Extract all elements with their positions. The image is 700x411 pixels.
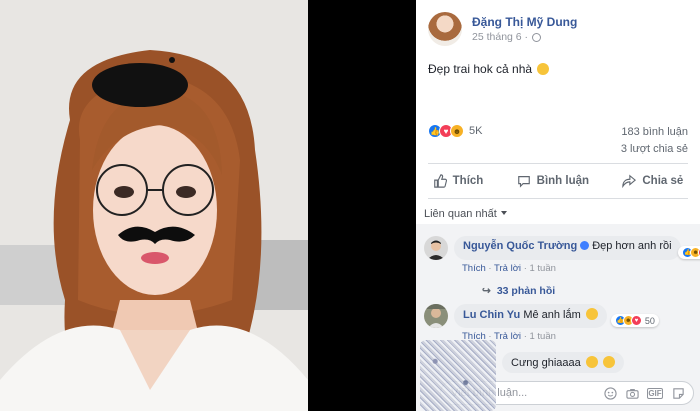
replies-count-text: 33 phản hồi [496,285,556,297]
author-avatar[interactable] [428,12,462,46]
comment-item: Nguyễn Quốc Trường Đẹp hơn anh rồi 👍 ☻ ♥ … [424,236,700,260]
comment-bubble: Cưng ghiaaaa [502,352,624,373]
comment-bubble: Lu Chin Yu Mê anh lắm 👍 ☻ ♥ 50 [454,304,659,328]
sticker-icon[interactable] [671,386,685,400]
grin-emoji-icon [537,63,550,75]
commenter-name[interactable]: Lu Chin Yu [463,309,520,321]
comment-filter-dropdown[interactable]: Liên quan nhất [424,208,507,220]
commenter-avatar[interactable] [424,304,448,328]
reply-arrow-icon: ↪ [482,285,491,297]
comment-item: Cưng ghiaaaa [496,352,624,373]
photo-viewer: Đặng Thị Mỹ Dung 25 tháng 6 · Đẹp trai h… [0,0,700,411]
comment-time[interactable]: 1 tuần [530,331,556,342]
comment-meta: Thích · Trả lời · 1 tuần [462,263,556,274]
gif-icon[interactable]: GIF [647,387,663,399]
globe-icon [532,32,542,42]
author-name[interactable]: Đặng Thị Mỹ Dung [472,15,577,29]
comment-button[interactable]: Bình luận [517,174,589,188]
comment-like-link[interactable]: Thích [462,263,486,274]
post-timestamp[interactable]: 25 tháng 6 · [472,31,577,43]
emoji-icon[interactable] [603,386,617,400]
comment-text: Cưng ghiaaaa [511,357,581,369]
heart-eyes-emoji-icon [585,308,598,320]
selfie-image [0,0,308,411]
heart-eyes-emoji-icon [602,356,615,368]
post-actions: Thích Bình luận Chia sẻ [416,168,700,194]
comment-label: Bình luận [536,175,590,187]
obscured-avatar [420,340,496,411]
comment-icon [517,176,530,188]
share-label: Chia sẻ [642,175,684,187]
comment-filter-label: Liên quan nhất [424,208,497,220]
comment-item: Lu Chin Yu Mê anh lắm 👍 ☻ ♥ 50 [424,304,659,328]
love-reaction-icon: ♥ [630,315,642,326]
commenter-avatar[interactable] [424,236,448,260]
comment-reply-link[interactable]: Trả lời [494,263,521,274]
reaction-count[interactable]: 5K [469,125,482,137]
like-button[interactable]: Thích [433,174,484,188]
photo-stage[interactable] [0,0,416,411]
post-text: Đẹp trai hok cả nhà [428,62,550,76]
camera-icon[interactable] [625,386,639,400]
comment-reactions[interactable]: 👍 ☻ ♥ 50 [610,314,659,327]
comment-time[interactable]: 1 tuần [530,263,556,274]
like-label: Thích [452,175,484,187]
view-replies-link[interactable]: ↪ 33 phản hồi [482,285,555,297]
post-header: Đặng Thị Mỹ Dung 25 tháng 6 · [428,12,577,46]
divider [428,198,688,199]
verified-badge-icon [580,241,590,250]
comment-text: Đẹp hơn anh rồi [592,240,672,252]
post-reactions[interactable]: 👍 ♥ ☻ 5K [428,124,482,138]
haha-reaction-icon: ☻ [450,124,464,138]
comment-bubble: Nguyễn Quốc Trường Đẹp hơn anh rồi 👍 ☻ ♥ … [454,236,700,260]
post-time-text[interactable]: 25 tháng 6 · [472,31,528,43]
comment-reply-link[interactable]: Trả lời [494,331,521,342]
post-photo [0,0,308,411]
thumbs-up-icon [433,174,447,188]
comment-reactions[interactable]: 👍 ☻ ♥ 119 [678,246,700,259]
comment-text: Mê anh lắm [523,309,581,321]
post-text-content: Đẹp trai hok cả nhà [428,62,533,76]
heart-eyes-emoji-icon [585,356,598,368]
comment-count[interactable]: 183 bình luận [621,126,688,138]
share-icon [622,174,637,188]
share-count[interactable]: 3 lượt chia sẻ [621,143,688,155]
divider [428,163,688,164]
comment-reaction-count: 50 [644,315,655,326]
chevron-down-icon [500,211,507,215]
share-button[interactable]: Chia sẻ [622,174,683,188]
commenter-name[interactable]: Nguyễn Quốc Trường [463,240,577,252]
